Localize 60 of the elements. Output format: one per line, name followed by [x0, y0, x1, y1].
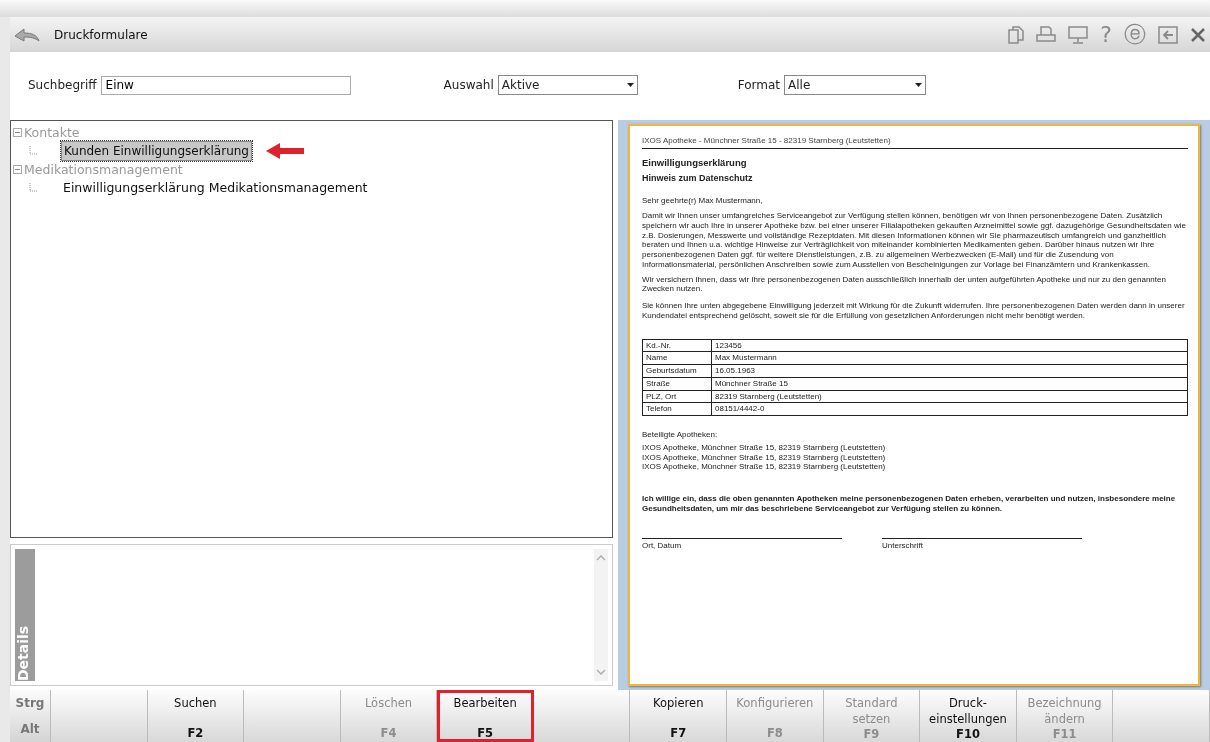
caret-icon	[915, 83, 923, 87]
table-cell: Geburtsdatum	[642, 364, 712, 378]
document-subtitle: Hinweis zum Datenschutz	[642, 173, 754, 185]
function-key[interactable]	[51, 690, 148, 742]
dropdown[interactable]: Aktive	[497, 75, 638, 95]
scroll-down-icon[interactable]	[596, 669, 606, 675]
paragraph: Sie können Ihre unten abgegebene Einwilligung jederzeit mit Wirkung für die Zukunft widerrufen. Ihre personenbezogenen Daten werden dann in unserer Kundendatei entsprechend gelöscht, soweit sie für die Erfüllung von gesetzlichen Anforderungen nicht mehr benötigt werden.	[642, 301, 1186, 321]
table-cell: 16.05.1963	[711, 364, 1188, 378]
search-field[interactable]: Einw	[100, 75, 351, 95]
field-label: Suchbegriff	[28, 78, 97, 92]
close-icon[interactable]	[1190, 26, 1206, 43]
scroll-up-icon[interactable]	[596, 555, 606, 561]
table-cell: Name	[642, 351, 712, 365]
details-label: Details	[15, 549, 35, 681]
salutation: Sehr geehrte(r) Max Mustermann,	[642, 196, 764, 207]
field-label: Format	[737, 78, 781, 92]
function-key[interactable]: Kopieren F7	[630, 690, 728, 742]
back-icon[interactable]	[14, 26, 40, 43]
consent-text: Ich willige ein, dass die oben genannten Apotheken meine personenbezogenen Daten erheben, verarbeiten und nutzen, insbesondere meine Gesundheitsdaten, um mir das beschriebene Serviceangebot zur Verfügung stellen zu können.	[642, 494, 1177, 514]
table-cell: Telefon	[642, 402, 712, 416]
pharmacies-label: Beteiligte Apotheken:	[642, 430, 719, 440]
printer-icon[interactable]	[1036, 25, 1057, 44]
caret-icon	[626, 83, 634, 87]
paragraph: Damit wir Ihnen unser umfangreiches Serviceangebot zur Verfügung stellen können, benötigen wir von Ihnen personenbezogene Daten. Zusätzlich speichern wir auch Ihre in unserer Apotheke bzw. bei einer unserer Filialapotheken gekauften Arzneimittel sowie ggf. dazugehörige Gesundheitsdaten wie z.B. Dosierungen, Messwerte und vollständige Rezeptdaten. Mit diesen Informationen können wir Sie pharmazeutisch umfangreich und ganzheitlich beraten und Ihnen u.a. wichtige Hinweise zur Verträglichkeit von miteinander kombinierten Medikamenten geben. Darüber hinaus nutzen wir Ihre personenbezogenen Daten ggf. für weitere Dienstleistungen, z.B. zu allgemeinen Werbezwecken (E-Mail) und für die Zusendung von Informationsmaterial, persönlichen Anschreiben sowie zum Ausstellen von Bescheinigungen zur Vorlage bei Finanzämtern und Krankenkassen.	[642, 211, 1187, 270]
signature-line: Unterschrift	[882, 537, 1082, 551]
table-cell: Straße	[642, 377, 712, 391]
signature-line: Ort, Datum	[642, 537, 842, 551]
table-cell: 82319 Starnberg (Leutstetten)	[711, 390, 1188, 403]
copy-icon[interactable]	[1008, 25, 1025, 44]
pharmacy-line: IXOS Apotheke, Münchner Straße 15, 82319 Starnberg (Leutstetten)	[642, 442, 887, 453]
tree-connector-icon	[29, 182, 39, 193]
monitor-icon[interactable]	[1068, 25, 1089, 44]
window-title: Druckformulare	[54, 27, 149, 42]
table-cell: Max Mustermann	[711, 351, 1188, 365]
field-label: Auswahl	[443, 78, 494, 92]
function-key[interactable]	[1113, 690, 1210, 742]
modifier-label: Alt	[20, 722, 40, 736]
document-title: Einwilligungserklärung	[642, 156, 748, 169]
dropdown[interactable]: Alle	[784, 75, 927, 95]
function-key[interactable]: Suchen F2	[147, 690, 245, 742]
table-cell: 08151/4442-0	[711, 402, 1188, 416]
pharmacy-line: IXOS Apotheke, Münchner Straße 15, 82319 Starnberg (Leutstetten)	[642, 452, 887, 463]
tree-item[interactable]: Kunden Einwilligungserklärung	[61, 140, 252, 161]
paragraph: Wir versichern Ihnen, dass wir Ihre personenbezogenen Daten ausschließlich innerhalb der unten aufgeführten Apotheke und nur zu den genannten Zwecken nutzen.	[642, 274, 1167, 295]
collapse-icon[interactable]	[13, 164, 22, 174]
exit-icon[interactable]	[1158, 25, 1178, 44]
table-cell: PLZ, Ort	[642, 390, 712, 403]
collapse-icon[interactable]	[13, 127, 22, 137]
pharmacy-line: IXOS Apotheke, Münchner Straße 15, 82319 Starnberg (Leutstetten)	[642, 462, 887, 473]
tree-connector-icon	[29, 145, 39, 156]
function-key[interactable]	[533, 690, 631, 742]
table-cell: Münchner Straße 15	[711, 377, 1188, 391]
tree-item[interactable]: Einwilligungserklärung Medikationsmanagement	[61, 180, 370, 195]
table-cell: 123456	[711, 339, 1188, 352]
function-key[interactable]: Bearbeiten F5	[437, 690, 534, 742]
modifier-label: Strg	[15, 696, 45, 710]
document-header: IXOS Apotheke - Münchner Straße 15 - 82319 Starnberg (Leutstetten)	[642, 136, 1188, 149]
function-key[interactable]: Druck-einstellungen F10	[920, 690, 1017, 742]
table-cell: Kd.-Nr.	[642, 339, 712, 352]
function-key[interactable]	[244, 690, 341, 742]
